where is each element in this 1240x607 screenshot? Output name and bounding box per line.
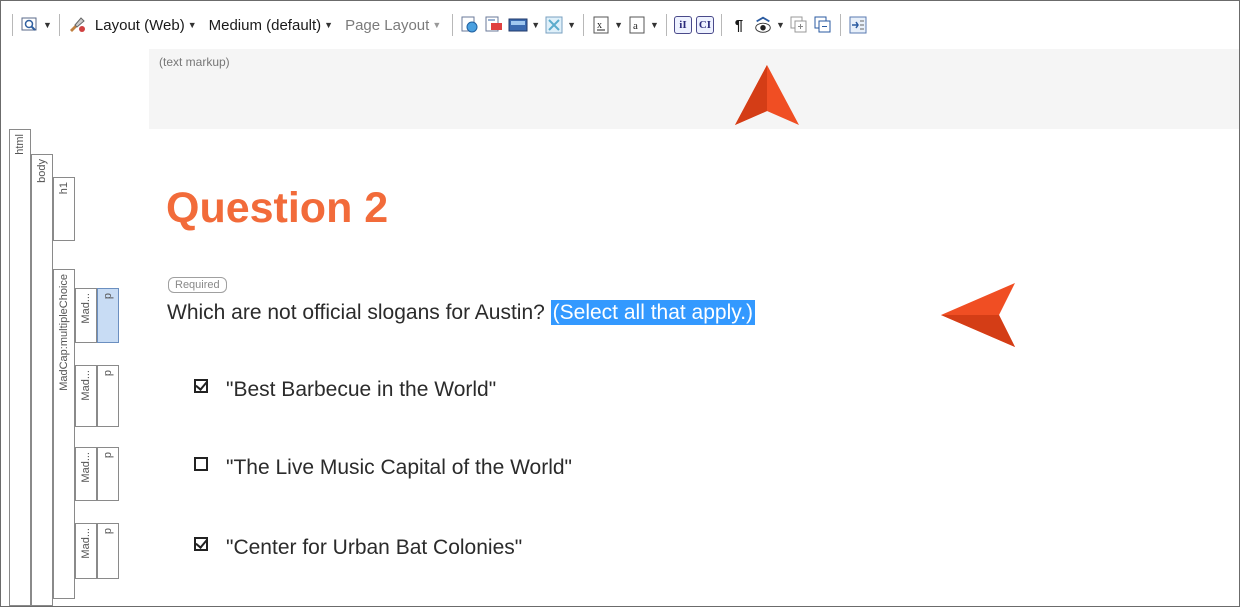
svg-text:a: a <box>633 20 638 32</box>
structure-bar-label: p <box>102 370 114 377</box>
insert-icon <box>848 15 868 35</box>
globe-icon <box>460 15 480 35</box>
structure-bar-madcap-answer[interactable]: Mad... <box>75 447 97 501</box>
track-changes-button[interactable] <box>484 13 504 37</box>
structure-bar-p[interactable]: p <box>97 523 119 579</box>
structure-bar-label: Mad... <box>80 293 92 324</box>
checked-checkbox[interactable] <box>194 537 208 551</box>
question-main-text: Which are not official slogans for Austi… <box>167 301 551 324</box>
structure-bar-multiple-choice[interactable]: MadCap:multipleChoice <box>53 269 75 599</box>
structure-bar-label: p <box>102 293 114 300</box>
chevron-down-icon[interactable]: ▼ <box>776 20 785 30</box>
snippet-button[interactable]: a ▼ <box>627 13 659 37</box>
text-markup-label: (text markup) <box>159 55 230 69</box>
toolbar-separator <box>583 14 585 36</box>
structure-bar-label: Mad... <box>80 452 92 483</box>
conditions-button[interactable]: ▼ <box>544 13 576 37</box>
conditions-icon <box>544 15 564 35</box>
index-marker-icon: iI <box>673 16 692 34</box>
svg-text:x: x <box>597 20 602 31</box>
structure-bar-label: Mad... <box>80 370 92 401</box>
structure-bar-madcap-answer[interactable]: Mad... <box>75 523 97 579</box>
layout-dropdown[interactable]: Layout (Web) ▼ <box>91 13 201 37</box>
image-icon <box>508 15 528 35</box>
chevron-down-icon[interactable]: ▼ <box>567 20 576 30</box>
page-layout-dropdown-label: Page Layout <box>345 16 430 34</box>
checked-checkbox[interactable] <box>194 379 208 393</box>
collapse-icon <box>813 15 833 35</box>
track-changes-icon <box>484 15 504 35</box>
structure-bar-body[interactable]: body <box>31 154 53 606</box>
answer-choice[interactable]: "Center for Urban Bat Colonies" <box>194 536 522 560</box>
toolbar: ▼ Layout (Web) ▼ Medium (default) ▼ Page… <box>1 1 1239 49</box>
structure-bar-label: p <box>102 528 114 535</box>
variable-button[interactable]: x ▼ <box>591 13 623 37</box>
structure-bar-p-selected[interactable]: p <box>97 288 119 343</box>
eye-tags-icon <box>753 15 773 35</box>
medium-dropdown-label: Medium (default) <box>208 16 322 34</box>
globe-button[interactable] <box>460 13 480 37</box>
zoom-button[interactable]: ▼ <box>20 13 52 37</box>
concept-marker-button[interactable]: CI <box>695 13 714 37</box>
page-layout-dropdown[interactable]: Page Layout ▼ <box>341 13 445 37</box>
paintbrush-icon <box>67 15 87 35</box>
expand-icon <box>789 15 809 35</box>
show-tags-button[interactable]: ▼ <box>753 13 785 37</box>
image-button[interactable]: ▼ <box>508 13 540 37</box>
show-markers-button[interactable]: ¶ <box>729 13 749 37</box>
answer-choice-label: "Center for Urban Bat Colonies" <box>226 536 523 559</box>
structure-bar-h1[interactable]: h1 <box>53 177 75 241</box>
structure-bar-html[interactable]: html <box>9 129 31 606</box>
structure-bar-madcap-question[interactable]: Mad... <box>75 288 97 343</box>
required-badge: Required <box>168 277 227 293</box>
structure-bar-label: body <box>36 159 48 183</box>
chevron-down-icon: ▼ <box>432 20 442 30</box>
toolbar-separator <box>665 14 667 36</box>
style-picker-button[interactable] <box>67 13 87 37</box>
structure-bar-p[interactable]: p <box>97 365 119 427</box>
page-title[interactable]: Question 2 <box>166 184 388 233</box>
chevron-down-icon[interactable]: ▼ <box>614 20 623 30</box>
insert-button[interactable] <box>848 13 868 37</box>
answer-choice-label: "Best Barbecue in the World" <box>226 378 497 401</box>
pilcrow-icon: ¶ <box>734 16 744 34</box>
structure-bar-label: html <box>14 134 26 155</box>
answer-choice-label: "The Live Music Capital of the World" <box>226 456 572 479</box>
structure-bar-label: MadCap:multipleChoice <box>58 274 70 391</box>
magnifier-icon <box>20 15 40 35</box>
question-text[interactable]: Which are not official slogans for Austi… <box>167 300 756 325</box>
medium-dropdown[interactable]: Medium (default) ▼ <box>205 13 337 37</box>
collapse-all-button[interactable] <box>813 13 833 37</box>
structure-bar-label: p <box>102 452 114 459</box>
chevron-down-icon: ▼ <box>324 20 334 30</box>
answer-choice[interactable]: "The Live Music Capital of the World" <box>194 456 572 480</box>
structure-bar-madcap-answer[interactable]: Mad... <box>75 365 97 427</box>
chevron-down-icon: ▼ <box>187 20 197 30</box>
text-markup-strip <box>149 49 1239 129</box>
chevron-down-icon[interactable]: ▼ <box>531 20 540 30</box>
layout-dropdown-label: Layout (Web) <box>94 16 185 34</box>
index-marker-button[interactable]: iI <box>673 13 692 37</box>
chevron-down-icon[interactable]: ▼ <box>650 20 659 30</box>
snippet-icon: a <box>627 15 647 35</box>
toolbar-separator <box>58 14 60 36</box>
structure-bar-label: h1 <box>58 182 70 195</box>
concept-marker-icon: CI <box>695 16 714 34</box>
chevron-down-icon[interactable]: ▼ <box>43 20 52 30</box>
callout-arrow-up-icon <box>735 65 799 125</box>
editor-frame: ▼ Layout (Web) ▼ Medium (default) ▼ Page… <box>0 0 1240 607</box>
toolbar-separator <box>12 14 13 36</box>
answer-choice[interactable]: "Best Barbecue in the World" <box>194 378 496 402</box>
toolbar-separator <box>720 14 722 36</box>
unchecked-checkbox[interactable] <box>194 457 208 471</box>
toolbar-separator <box>452 14 454 36</box>
expand-all-button[interactable] <box>789 13 809 37</box>
selected-text[interactable]: (Select all that apply.) <box>550 300 756 325</box>
callout-arrow-left-icon <box>941 283 1015 347</box>
toolbar-separator <box>839 14 841 36</box>
structure-bar-label: Mad... <box>80 528 92 559</box>
structure-bar-p[interactable]: p <box>97 447 119 501</box>
variable-icon: x <box>591 15 611 35</box>
